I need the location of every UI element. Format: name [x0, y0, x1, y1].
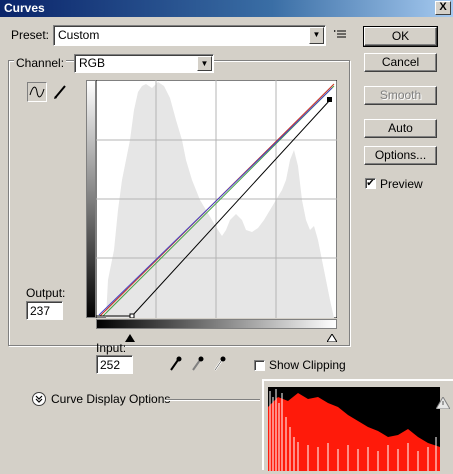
pencil-icon[interactable]	[50, 82, 70, 102]
auto-button[interactable]: Auto	[364, 119, 437, 138]
smooth-button[interactable]: Smooth	[364, 86, 437, 105]
curve-display-options-label: Curve Display Options	[51, 392, 171, 406]
output-gradient-bar	[86, 80, 96, 318]
white-point-slider-icon[interactable]	[326, 331, 338, 343]
channel-value: RGB	[79, 56, 106, 70]
curves-graph-svg[interactable]	[95, 79, 338, 319]
expand-chevron-icon[interactable]	[32, 392, 46, 406]
preset-menu-icon[interactable]	[334, 28, 348, 42]
channel-label: Channel:	[14, 56, 67, 70]
warning-icon	[435, 396, 451, 410]
curve-tool-icon[interactable]	[27, 82, 47, 102]
histogram-panel	[262, 379, 453, 471]
options-button[interactable]: Options...	[364, 146, 437, 165]
window-title: Curves	[4, 1, 45, 15]
preview-label: Preview	[380, 177, 423, 191]
output-field[interactable]: 237	[26, 301, 63, 320]
curve-point-black[interactable]	[129, 313, 135, 319]
output-label: Output:	[26, 286, 66, 300]
close-button[interactable]: X	[435, 1, 451, 15]
input-label: Input:	[96, 341, 127, 355]
cancel-button[interactable]: Cancel	[364, 53, 437, 72]
preset-label: Preset:	[11, 28, 50, 42]
clipping-histogram	[268, 387, 440, 471]
black-eyedropper-icon[interactable]	[168, 356, 182, 372]
divider	[165, 399, 260, 401]
preview-checkbox[interactable]: ✔	[365, 178, 376, 189]
curve-point-white[interactable]	[327, 97, 332, 102]
curves-graph[interactable]	[95, 79, 338, 319]
gray-eyedropper-icon[interactable]	[190, 356, 204, 372]
ok-button[interactable]: OK	[363, 26, 438, 47]
show-clipping-label: Show Clipping	[269, 358, 346, 372]
channel-dropdown[interactable]: RGB ▼	[74, 54, 214, 73]
chevron-down-icon[interactable]: ▼	[197, 56, 212, 71]
chevron-down-icon[interactable]: ▼	[309, 27, 324, 44]
preset-dropdown[interactable]: Custom ▼	[53, 25, 326, 46]
white-eyedropper-icon[interactable]	[212, 356, 226, 372]
histogram-preview	[268, 387, 440, 471]
black-point-slider-icon[interactable]	[125, 331, 135, 342]
input-field[interactable]: 252	[96, 355, 133, 374]
title-bar: Curves X	[0, 0, 453, 17]
input-gradient-bar	[96, 319, 337, 329]
preset-value: Custom	[58, 28, 100, 42]
show-clipping-checkbox[interactable]	[254, 360, 265, 371]
